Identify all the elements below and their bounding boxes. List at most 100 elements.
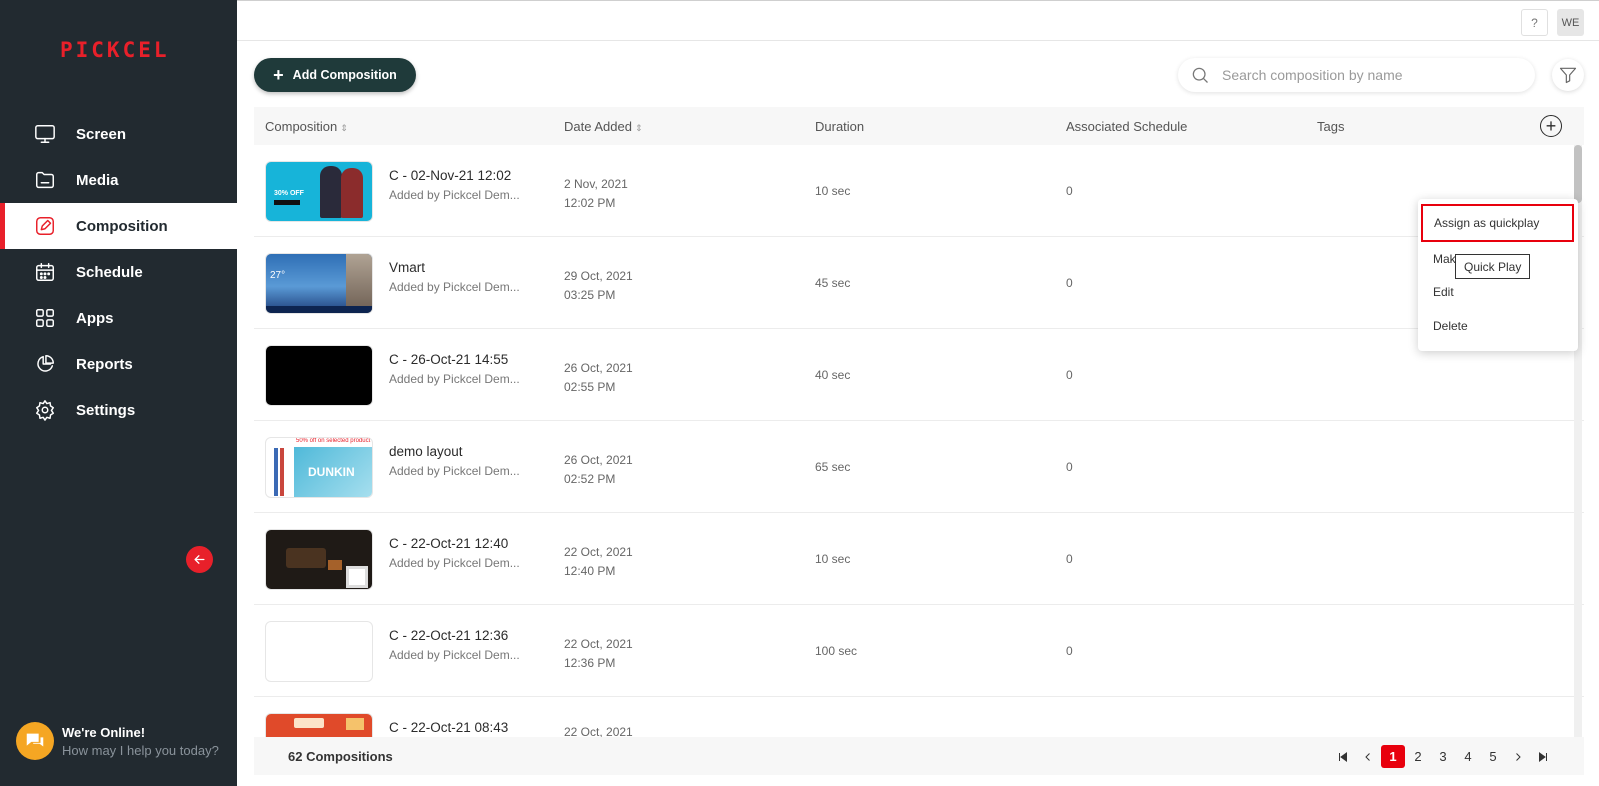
- thumbnail-text: 30% OFF: [274, 190, 304, 197]
- composition-name[interactable]: C - 22-Oct-21 12:40: [389, 536, 508, 551]
- monitor-icon: [35, 125, 55, 143]
- thumbnail-text: 27°: [270, 270, 286, 281]
- table-row[interactable]: 27° Vmart Added by Pickcel Dem... 29 Oct…: [254, 237, 1584, 329]
- composition-added-by: Added by Pickcel Dem...: [389, 372, 520, 386]
- date-added: 22 Oct, 2021 12:36 PM: [564, 637, 633, 670]
- qr-code-icon: [346, 566, 368, 588]
- add-composition-button[interactable]: + Add Composition: [254, 58, 416, 92]
- date-added: 29 Oct, 2021 03:25 PM: [564, 269, 633, 302]
- column-header-composition[interactable]: Composition ⇕: [265, 119, 348, 134]
- date-added: 22 Oct, 2021: [564, 725, 633, 737]
- menu-item-assign-quickplay[interactable]: Assign as quickplay: [1421, 204, 1574, 242]
- sidebar-item-label: Media: [76, 171, 119, 189]
- composition-table: 30% OFF C - 02-Nov-21 12:02 Added by Pic…: [254, 145, 1584, 737]
- pie-chart-icon: [37, 355, 54, 372]
- chat-icon[interactable]: [16, 722, 54, 760]
- composition-thumbnail[interactable]: 30% OFF: [265, 161, 373, 222]
- column-header-date-added[interactable]: Date Added ⇕: [564, 119, 643, 134]
- table-row[interactable]: C - 26-Oct-21 14:55 Added by Pickcel Dem…: [254, 329, 1584, 421]
- last-page-button[interactable]: [1531, 745, 1555, 768]
- calendar-icon: [36, 263, 54, 281]
- sort-icon: ⇕: [340, 123, 348, 133]
- composition-name[interactable]: Vmart: [389, 260, 425, 275]
- composition-thumbnail[interactable]: 27°: [265, 253, 373, 314]
- page-1-button[interactable]: 1: [1381, 745, 1405, 768]
- menu-item-edit[interactable]: Edit: [1433, 285, 1454, 299]
- composition-thumbnail[interactable]: [265, 345, 373, 406]
- sort-icon: ⇕: [634, 123, 643, 133]
- date-added: 26 Oct, 2021 02:55 PM: [564, 361, 633, 394]
- filter-button[interactable]: [1552, 59, 1584, 91]
- apps-grid-icon: [36, 309, 54, 327]
- table-row[interactable]: C - 22-Oct-21 12:36 Added by Pickcel Dem…: [254, 605, 1584, 697]
- filter-icon: [1559, 67, 1577, 84]
- column-header-duration: Duration: [815, 119, 865, 134]
- date-added: 26 Oct, 2021 02:52 PM: [564, 453, 633, 486]
- sidebar-item-reports[interactable]: Reports: [0, 341, 237, 387]
- composition-added-by: Added by Pickcel Dem...: [389, 280, 520, 294]
- composition-thumbnail[interactable]: 50% off on selected product DUNKIN: [265, 437, 373, 498]
- search-icon: [1192, 67, 1208, 83]
- date-added: 22 Oct, 2021 12:40 PM: [564, 545, 633, 578]
- arrow-left-icon: [194, 555, 205, 564]
- chat-widget[interactable]: We're Online! How may I help you today?: [16, 722, 219, 760]
- last-page-icon: [1539, 751, 1547, 762]
- menu-item-delete[interactable]: Delete: [1433, 319, 1468, 333]
- sidebar-item-media[interactable]: Media: [0, 157, 237, 203]
- add-column-button[interactable]: +: [1540, 115, 1562, 137]
- associated-schedule: 0: [1066, 460, 1073, 474]
- sidebar-item-schedule[interactable]: Schedule: [0, 249, 237, 295]
- composition-name[interactable]: C - 22-Oct-21 12:36: [389, 628, 508, 643]
- topbar: ? WE: [237, 0, 1599, 41]
- pagination: 1 2 3 4 5: [1331, 745, 1556, 768]
- edit-icon: [36, 217, 54, 235]
- sidebar: PICKCEL Screen Media Composition Schedul…: [0, 0, 237, 786]
- page-2-button[interactable]: 2: [1406, 745, 1430, 768]
- chat-subtitle: How may I help you today?: [62, 742, 219, 758]
- folder-icon: [36, 171, 54, 189]
- page-5-button[interactable]: 5: [1481, 745, 1505, 768]
- composition-name[interactable]: C - 02-Nov-21 12:02: [389, 168, 511, 183]
- table-row[interactable]: C - 22-Oct-21 08:43 22 Oct, 2021: [254, 697, 1584, 737]
- sidebar-nav: Screen Media Composition Schedule Apps R…: [0, 111, 237, 433]
- composition-name[interactable]: C - 26-Oct-21 14:55: [389, 352, 508, 367]
- search-box[interactable]: [1178, 58, 1535, 92]
- duration: 100 sec: [815, 644, 858, 658]
- table-row[interactable]: 30% OFF C - 02-Nov-21 12:02 Added by Pic…: [254, 145, 1584, 237]
- help-button[interactable]: ?: [1521, 9, 1548, 36]
- page-4-button[interactable]: 4: [1456, 745, 1480, 768]
- duration: 10 sec: [815, 184, 851, 198]
- table-row[interactable]: 50% off on selected product DUNKIN demo …: [254, 421, 1584, 513]
- prev-page-button[interactable]: [1356, 745, 1380, 768]
- page-3-button[interactable]: 3: [1431, 745, 1455, 768]
- associated-schedule: 0: [1066, 644, 1073, 658]
- scrollbar-thumb[interactable]: [1574, 145, 1582, 203]
- collapse-sidebar-button[interactable]: [186, 546, 213, 573]
- sidebar-item-apps[interactable]: Apps: [0, 295, 237, 341]
- duration: 40 sec: [815, 368, 851, 382]
- sidebar-item-screen[interactable]: Screen: [0, 111, 237, 157]
- composition-name[interactable]: demo layout: [389, 444, 463, 459]
- composition-thumbnail[interactable]: [265, 713, 373, 737]
- menu-item-make[interactable]: Mak: [1433, 252, 1456, 266]
- search-input[interactable]: [1222, 67, 1512, 83]
- sidebar-item-settings[interactable]: Settings: [0, 387, 237, 433]
- composition-name[interactable]: C - 22-Oct-21 08:43: [389, 720, 508, 735]
- avatar[interactable]: WE: [1557, 9, 1584, 36]
- next-page-button[interactable]: [1506, 745, 1530, 768]
- gear-icon: [36, 400, 54, 421]
- table-header: Composition ⇕ Date Added ⇕ Duration Associ…: [254, 107, 1584, 145]
- table-row[interactable]: C - 22-Oct-21 12:40 Added by Pickcel Dem…: [254, 513, 1584, 605]
- thumbnail-banner-text: 50% off on selected product: [296, 438, 371, 444]
- sidebar-item-composition[interactable]: Composition: [0, 203, 237, 249]
- composition-thumbnail[interactable]: [265, 529, 373, 590]
- sidebar-item-label: Apps: [76, 309, 114, 327]
- associated-schedule: 0: [1066, 184, 1073, 198]
- composition-thumbnail[interactable]: [265, 621, 373, 682]
- associated-schedule: 0: [1066, 368, 1073, 382]
- plus-icon: +: [273, 65, 284, 85]
- first-page-button[interactable]: [1331, 745, 1355, 768]
- duration: 45 sec: [815, 276, 851, 290]
- first-page-icon: [1339, 751, 1347, 762]
- pickcel-logo[interactable]: PICKCEL: [60, 38, 170, 62]
